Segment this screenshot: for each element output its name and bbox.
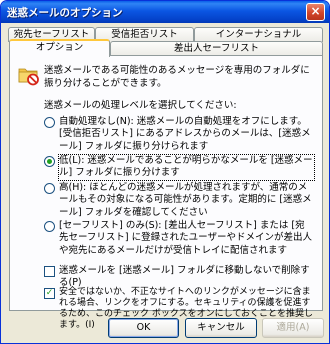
panel-description: 迷惑メールである可能性のあるメッセージを専用のフォルダに振り分けることができます… [44, 65, 310, 89]
level-prompt: 迷惑メールの処理レベルを選択してください: [44, 100, 237, 111]
close-button[interactable]: × [306, 3, 325, 21]
radio-low[interactable] [44, 156, 55, 167]
tab-safe-senders[interactable]: 差出人セーフリスト [110, 41, 323, 56]
disable-links-label: 安全ではないか、不正なサイトへのリンクがメッセージに含まれる場合、リンクをオフに… [59, 287, 314, 330]
level-none-label: 自動処理なし(N): 迷惑メールの自動処理をオフにします。[受信拒否リスト] に… [59, 116, 311, 152]
delete-junk-checkbox[interactable] [44, 266, 55, 277]
radio-high[interactable] [44, 183, 55, 194]
level-low-label: 低(L): 迷惑メールであることが明らかなメールを [迷惑メール] フォルダに振… [58, 154, 315, 181]
radio-safe-list-only[interactable] [44, 221, 55, 232]
disable-links-checkbox[interactable]: ✓ [44, 288, 55, 299]
tab-options[interactable]: オプション [9, 39, 110, 57]
tab-international[interactable]: インターナショナル [194, 27, 323, 42]
level-high-label: 高(H): ほとんどの迷惑メールが処理されますが、通常のメールもその対象になる可… [59, 182, 312, 218]
tab-blocked-senders[interactable]: 受信拒否リスト [95, 27, 194, 42]
junk-mail-options-dialog: 迷惑メールのオプション × 宛先セーフリスト 受信拒否リスト インターナショナル… [0, 0, 330, 344]
window-title: 迷惑メールのオプション [7, 7, 123, 19]
radio-none[interactable] [44, 117, 55, 128]
junk-folder-icon [18, 68, 39, 86]
title-bar[interactable]: 迷惑メールのオプション × [1, 1, 329, 23]
options-panel: 迷惑メールである可能性のあるメッセージを専用のフォルダに振り分けることができます… [9, 55, 323, 330]
level-safe-list-only-label: [セーフリスト] のみ(S): [差出人セーフリスト] または [宛先セーフリス… [59, 220, 312, 256]
